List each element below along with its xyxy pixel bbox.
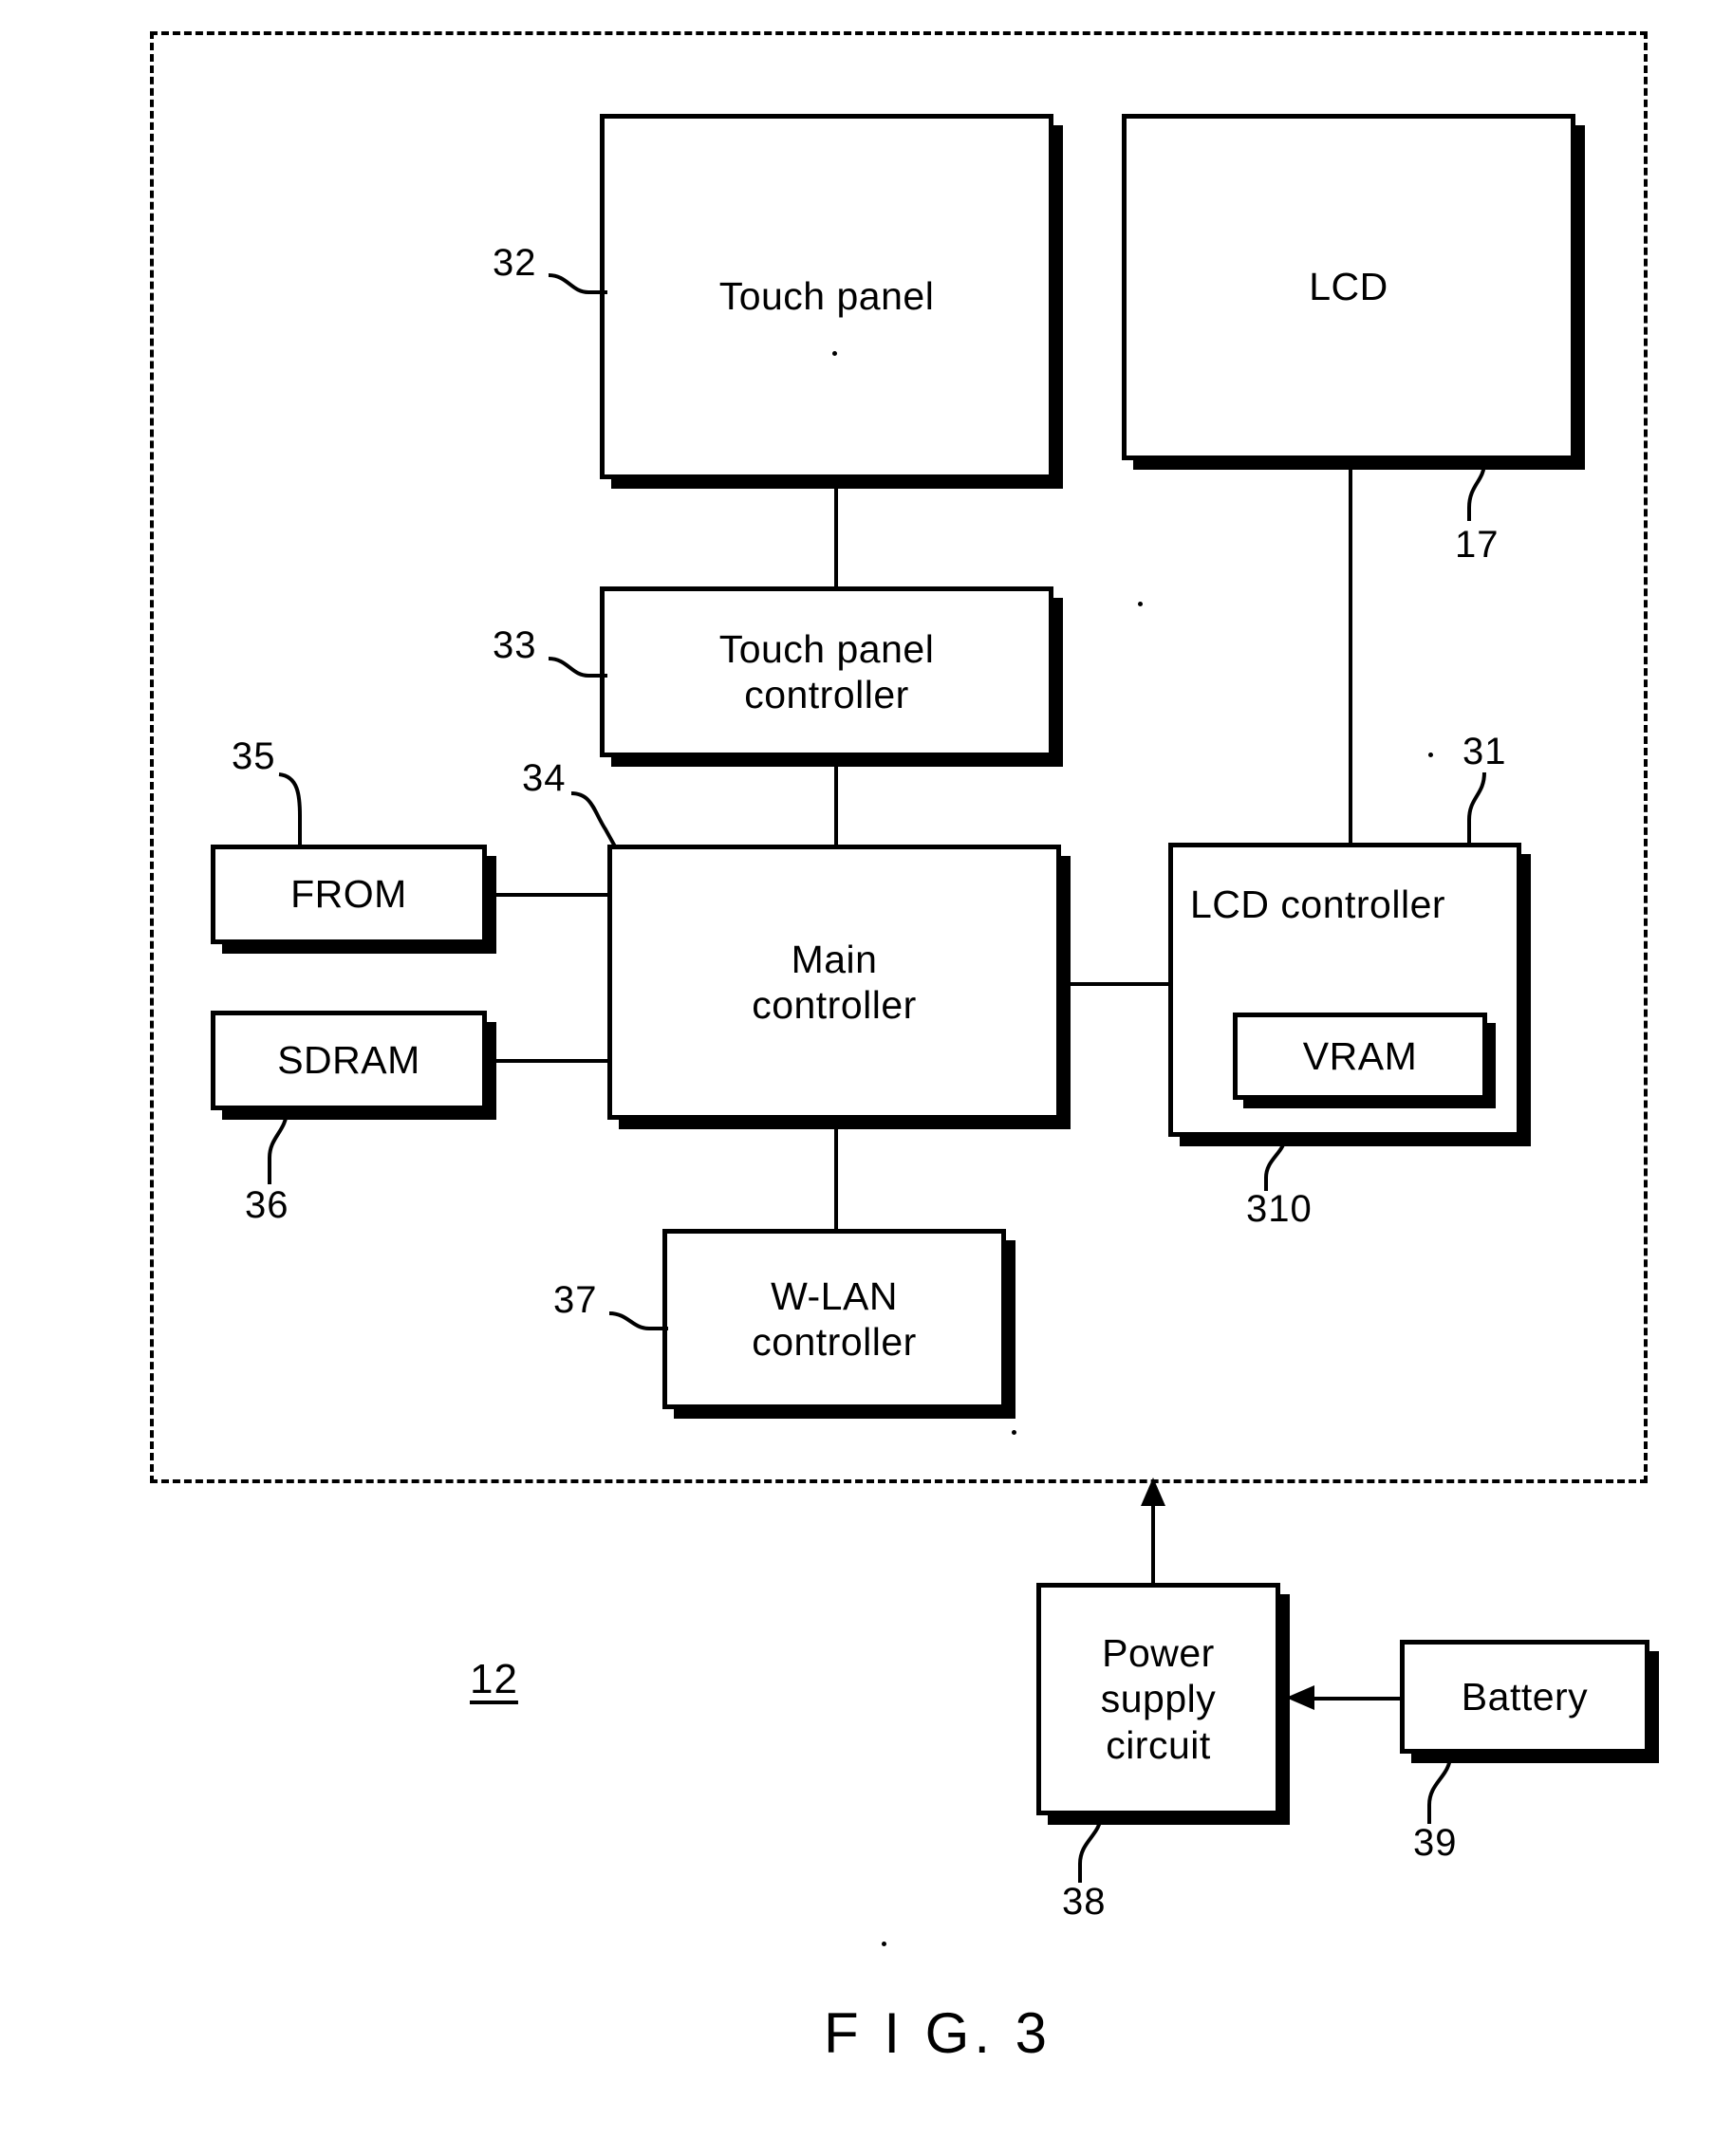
block-power-supply-circuit-label: Power supply circuit <box>1100 1630 1217 1767</box>
connector-sdram-to-maincontroller <box>487 1059 610 1063</box>
leader-line-38 <box>1078 1813 1103 1883</box>
scan-speck-upper-right <box>1138 602 1143 606</box>
scan-speck-bottom <box>882 1942 886 1946</box>
block-touch-panel-controller: Touch panel controller <box>600 586 1053 757</box>
scan-speck-lower-center <box>1012 1430 1016 1435</box>
scan-speck-touchpanel <box>832 351 837 356</box>
connector-battery-to-powersupply <box>1313 1697 1400 1701</box>
figure-caption: F I G. 3 <box>824 2001 1053 2065</box>
block-sdram-label: SDRAM <box>277 1038 420 1083</box>
ref-numeral-38: 38 <box>1062 1881 1107 1923</box>
block-wlan-controller: W-LAN controller <box>662 1229 1006 1409</box>
block-vram: VRAM <box>1233 1013 1487 1100</box>
ref-numeral-31: 31 <box>1462 731 1507 772</box>
block-lcd-controller-label: LCD controller <box>1190 883 1446 926</box>
connector-maincontroller-to-lcdcontroller <box>1061 982 1170 986</box>
arrowhead-power-into-enclosure <box>1141 1478 1165 1506</box>
ref-numeral-36: 36 <box>245 1184 289 1226</box>
ref-numeral-35: 35 <box>232 735 276 777</box>
block-wlan-controller-label: W-LAN controller <box>752 1273 917 1364</box>
ref-numeral-17: 17 <box>1455 524 1500 566</box>
ref-numeral-32: 32 <box>493 242 537 284</box>
block-touch-panel: Touch panel <box>600 114 1053 479</box>
block-power-supply-circuit: Power supply circuit <box>1036 1583 1280 1815</box>
connector-from-to-maincontroller <box>487 893 610 897</box>
ref-numeral-39: 39 <box>1413 1822 1458 1864</box>
block-vram-label: VRAM <box>1302 1033 1418 1078</box>
block-main-controller-label: Main controller <box>752 937 917 1027</box>
block-lcd-label: LCD <box>1309 265 1388 309</box>
connector-lcdcontroller-to-lcd <box>1349 460 1352 845</box>
ref-numeral-37: 37 <box>553 1279 598 1321</box>
connector-touchpanel-to-tpcontroller <box>834 479 838 588</box>
leader-line-39 <box>1427 1755 1452 1824</box>
ref-numeral-33: 33 <box>493 624 537 666</box>
block-touch-panel-label: Touch panel <box>718 274 935 319</box>
block-battery: Battery <box>1400 1640 1649 1754</box>
patent-figure-3: Touch panel 32 LCD 17 Touch panel contro… <box>0 0 1714 2156</box>
arrowhead-battery-into-powersupply <box>1286 1685 1314 1710</box>
ref-numeral-12: 12 <box>470 1656 518 1702</box>
ref-numeral-34: 34 <box>522 757 567 799</box>
ref-numeral-310: 310 <box>1246 1188 1313 1230</box>
block-from: FROM <box>211 845 487 944</box>
block-lcd: LCD <box>1122 114 1575 460</box>
scan-speck-near-31 <box>1428 753 1433 757</box>
connector-maincontroller-to-wlancontroller <box>834 1120 838 1229</box>
connector-tpcontroller-to-maincontroller <box>834 757 838 847</box>
block-touch-panel-controller-label: Touch panel controller <box>718 626 935 716</box>
block-battery-label: Battery <box>1461 1674 1589 1719</box>
block-from-label: FROM <box>290 872 407 917</box>
block-main-controller: Main controller <box>607 845 1061 1120</box>
block-sdram: SDRAM <box>211 1011 487 1110</box>
